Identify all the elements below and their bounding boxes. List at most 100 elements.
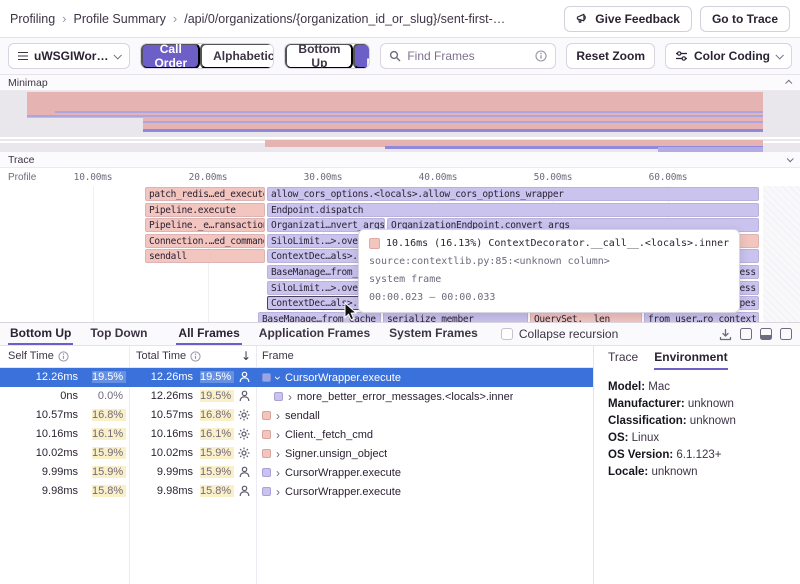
flame-frame[interactable]: serialize_member [383,312,528,322]
go-to-trace-button[interactable]: Go to Trace [700,6,790,32]
frame-color-swatch [262,411,271,420]
give-feedback-button[interactable]: Give Feedback [564,6,692,32]
self-time-value: 9.99ms [8,466,78,478]
chevron-collapsed-icon[interactable]: › [276,430,280,440]
flame-frame[interactable]: patch_redis…ed_execute [145,187,265,201]
frame-cell[interactable]: ›more_better_error_messages.<locals>.inn… [258,387,591,406]
breadcrumb: Profiling›Profile Summary›/api/0/organiz… [10,11,505,26]
frame-name: CursorWrapper.execute [285,467,401,479]
breadcrumb-item-0[interactable]: Profiling [10,12,55,26]
flame-frame[interactable]: SiloLimit.…>.over [267,234,362,248]
table-row[interactable]: 9.99ms15.9%9.99ms15.9%›CursorWrapper.exe… [0,463,593,482]
download-icon[interactable] [719,328,732,341]
trace-section-header[interactable]: Trace [0,152,800,168]
flame-frame[interactable]: BaseManage…from_cache [258,312,381,322]
chevron-collapsed-icon[interactable]: › [276,449,280,459]
tooltip-title: 10.16ms (16.13%) ContextDecorator.__call… [386,238,729,249]
flame-frame[interactable]: BaseManage…from_c [267,265,362,279]
table-row[interactable]: 10.16ms16.1%10.16ms16.1%›Client._fetch_c… [0,425,593,444]
chevron-expanded-icon[interactable]: › [273,376,283,380]
collapse-recursion-toggle[interactable]: Collapse recursion [501,323,618,345]
table-row[interactable]: 12.26ms19.5%12.26ms19.5%›CursorWrapper.e… [0,368,593,387]
flame-frame[interactable]: SiloLimit.…>.over [267,281,362,295]
thread-list-icon [18,52,28,54]
collapse-chevron-icon[interactable] [785,80,792,87]
info-icon [58,351,69,362]
sliders-icon [675,50,688,62]
application-frame-user-icon [237,371,251,387]
details-tab-trace[interactable]: Trace [608,350,638,370]
frame-name: CursorWrapper.execute [285,486,401,498]
info-icon [190,351,201,362]
flame-frame[interactable]: Connection.…ed_command [145,234,265,248]
chevron-collapsed-icon[interactable]: › [276,468,280,478]
flame-frame[interactable]: Pipeline._e…ransaction [145,218,265,232]
frame-color-swatch [369,238,380,249]
flame-frame[interactable]: sendall [145,249,265,263]
table-row[interactable]: 0ns0.0%12.26ms19.5%›more_better_error_me… [0,387,593,406]
chevron-collapsed-icon[interactable]: › [276,411,280,421]
minimap-canvas[interactable] [0,91,800,152]
flame-frame[interactable]: from_user…ro_context [644,312,759,322]
view-option-top-down[interactable]: Top Down [353,43,370,69]
self-time-header[interactable]: Self Time [8,350,69,362]
flame-frame[interactable]: QuerySet.__len__ [530,312,642,322]
total-time-value: 10.57ms [120,409,193,421]
env-row: OS: Linux [608,430,800,447]
tab-application-frames[interactable]: Application Frames [257,323,372,345]
sorting-option-alphabetical[interactable]: Alphabetical [200,43,274,69]
tooltip-time-range: 00:00.023 — 00:00.033 [369,292,729,303]
thread-selector-dropdown[interactable]: uWSGIWor… [8,43,130,69]
frame-cell[interactable]: ›CursorWrapper.execute [258,368,591,387]
frame-cell[interactable]: ›sendall [258,406,591,425]
table-row[interactable]: 10.57ms16.8%10.57ms16.8%›sendall [0,406,593,425]
total-time-value: 10.16ms [120,428,193,440]
minimap-shape [143,129,763,132]
table-row[interactable]: 9.98ms15.8%9.98ms15.8%›CursorWrapper.exe… [0,482,593,501]
find-frames-search[interactable] [380,43,556,69]
frame-header[interactable]: Frame [262,350,294,362]
flame-frame[interactable]: Pipeline.execute [145,203,265,217]
checkbox[interactable] [501,328,513,340]
frame-cell[interactable]: › CursorWrapper.execute [258,482,591,501]
flame-frame[interactable]: allow_cors_options.<locals>.allow_cors_o… [267,187,759,201]
breadcrumb-item-1[interactable]: Profile Summary [74,12,166,26]
total-time-percent: 19.5% [200,371,234,383]
minimap-section-header[interactable]: Minimap [0,75,800,91]
self-time-value: 10.16ms [8,428,78,440]
tab-system-frames[interactable]: System Frames [387,323,480,345]
layout-right-icon[interactable] [780,328,792,340]
chevron-collapsed-icon[interactable]: › [276,487,280,497]
tab-bottom-up[interactable]: Bottom Up [8,323,73,345]
details-tab-environment[interactable]: Environment [654,350,727,370]
frame-cell[interactable]: ›Signer.unsign_object [258,444,591,463]
tab-all-frames[interactable]: All Frames [176,323,241,345]
flamegraph-canvas[interactable]: patch_redis…ed_executeallow_cors_options… [0,186,800,322]
flame-frame[interactable]: ContextDec…als>.i [267,249,362,263]
frame-cell[interactable]: ›Client._fetch_cmd [258,425,591,444]
profile-label: Profile [8,172,36,183]
expand-chevron-icon[interactable] [787,155,794,162]
flame-frame[interactable]: Endpoint.dispatch [267,203,759,217]
total-time-header[interactable]: Total Time [136,350,201,362]
color-coding-button[interactable]: Color Coding [665,43,792,69]
reset-zoom-button[interactable]: Reset Zoom [566,43,655,69]
layout-left-icon[interactable] [740,328,752,340]
breadcrumb-item-2[interactable]: /api/0/organizations/{organization_id_or… [184,12,505,26]
self-time-value: 10.57ms [8,409,78,421]
megaphone-icon [576,12,589,25]
table-row[interactable]: 10.02ms15.9%10.02ms15.9%›Signer.unsign_o… [0,444,593,463]
sort-descending-icon[interactable]: ↓ [241,349,251,363]
search-input[interactable] [407,49,529,63]
axis-tick: 20.00ms [189,172,228,183]
minimap-shape [0,137,800,139]
frame-cell[interactable]: › CursorWrapper.execute [258,463,591,482]
layout-bottom-icon[interactable] [760,328,772,340]
tab-top-down[interactable]: Top Down [88,323,149,345]
flamegraph-out-of-range-area [763,186,800,322]
chevron-collapsed-icon[interactable]: › [288,392,292,402]
axis-tick: 60.00ms [649,172,688,183]
frame-color-swatch [262,487,271,496]
sorting-option-call-order[interactable]: Call Order [141,43,200,69]
view-option-bottom-up[interactable]: Bottom Up [285,43,353,69]
